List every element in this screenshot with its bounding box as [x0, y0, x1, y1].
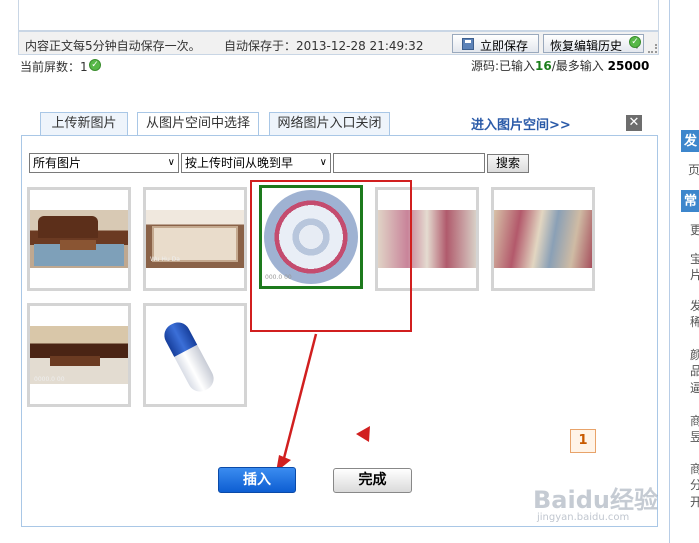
- annotation-arrow: [276, 333, 370, 472]
- baidu-watermark-logo: Baidu经验: [533, 486, 658, 514]
- insert-button[interactable]: 插入: [218, 467, 296, 493]
- page-number-current[interactable]: 1: [570, 429, 596, 453]
- done-button[interactable]: 完成: [333, 468, 412, 493]
- cursor-marker-icon: [356, 426, 370, 442]
- baidu-watermark-url: jingyan.baidu.com: [537, 512, 630, 523]
